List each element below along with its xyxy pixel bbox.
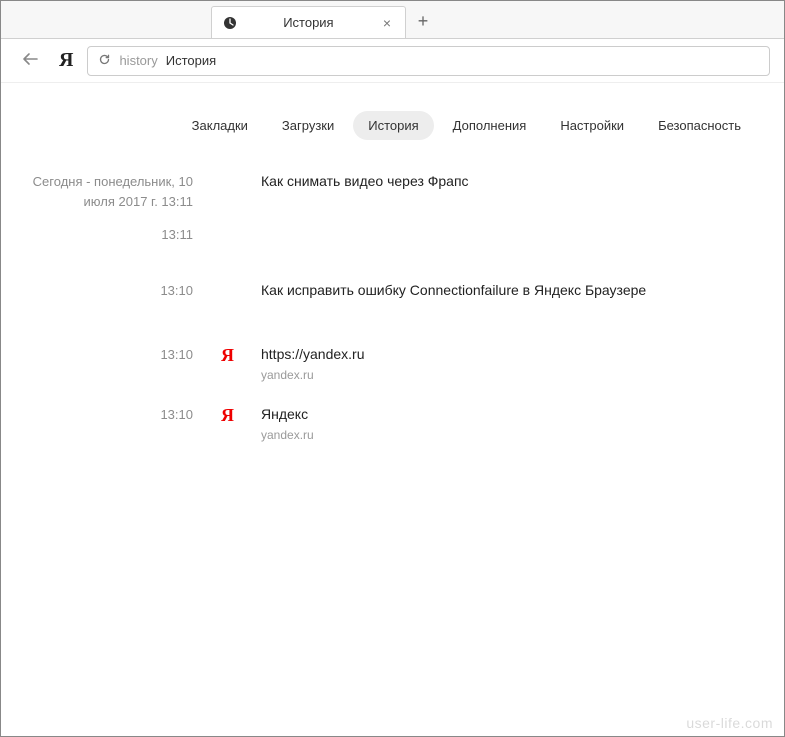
- address-prefix: history: [119, 53, 157, 68]
- date-header: Сегодня - понедельник, 10 июля 2017 г. 1…: [1, 172, 211, 211]
- history-time: 13:11: [1, 225, 211, 242]
- history-time: 13:10: [1, 345, 211, 362]
- history-entry-title: Яндекс: [261, 405, 756, 425]
- new-tab-button[interactable]: +: [406, 6, 440, 38]
- yandex-icon: Я: [211, 405, 261, 426]
- history-entry-url: yandex.ru: [261, 428, 756, 442]
- history-row[interactable]: 13:10 Я Как исправить ошибку Connectionf…: [1, 275, 756, 321]
- back-button[interactable]: [15, 46, 45, 75]
- tab-title: История: [248, 15, 369, 30]
- nav-downloads[interactable]: Загрузки: [267, 111, 349, 140]
- address-title: История: [166, 53, 216, 68]
- nav-bookmarks[interactable]: Закладки: [177, 111, 263, 140]
- history-row[interactable]: 13:11 Я: [1, 219, 756, 265]
- nav-history[interactable]: История: [353, 111, 433, 140]
- nav-addons[interactable]: Дополнения: [438, 111, 542, 140]
- settings-nav: Закладки Загрузки История Дополнения Нас…: [1, 83, 784, 140]
- close-icon[interactable]: ×: [379, 13, 395, 33]
- history-row[interactable]: 13:10 Я Яндекс yandex.ru: [1, 399, 756, 445]
- watermark: user-life.com: [686, 715, 773, 731]
- history-entry-url: yandex.ru: [261, 368, 756, 382]
- history-time: 13:10: [1, 405, 211, 422]
- history-content: Сегодня - понедельник, 10 июля 2017 г. 1…: [1, 140, 784, 445]
- address-bar[interactable]: history История: [87, 46, 770, 76]
- history-entry-title: Как исправить ошибку Connectionfailure в…: [261, 281, 756, 301]
- history-row[interactable]: 13:10 Я https://yandex.ru yandex.ru: [1, 339, 756, 385]
- date-line-2: июля 2017 г. 13:11: [1, 192, 193, 212]
- history-entry-title: https://yandex.ru: [261, 345, 756, 365]
- browser-tab[interactable]: История ×: [211, 6, 406, 38]
- yandex-logo-icon[interactable]: Я: [59, 49, 73, 72]
- toolbar: Я history История: [1, 39, 784, 83]
- tab-bar: История × +: [1, 1, 784, 39]
- yandex-icon: Я: [211, 345, 261, 366]
- date-line-1: Сегодня - понедельник, 10: [1, 172, 193, 192]
- reload-icon[interactable]: [98, 53, 111, 69]
- nav-security[interactable]: Безопасность: [643, 111, 756, 140]
- clock-icon: [222, 15, 238, 31]
- history-time: 13:10: [1, 281, 211, 298]
- nav-settings[interactable]: Настройки: [545, 111, 639, 140]
- history-entry-title[interactable]: Как снимать видео через Фрапс: [261, 172, 756, 192]
